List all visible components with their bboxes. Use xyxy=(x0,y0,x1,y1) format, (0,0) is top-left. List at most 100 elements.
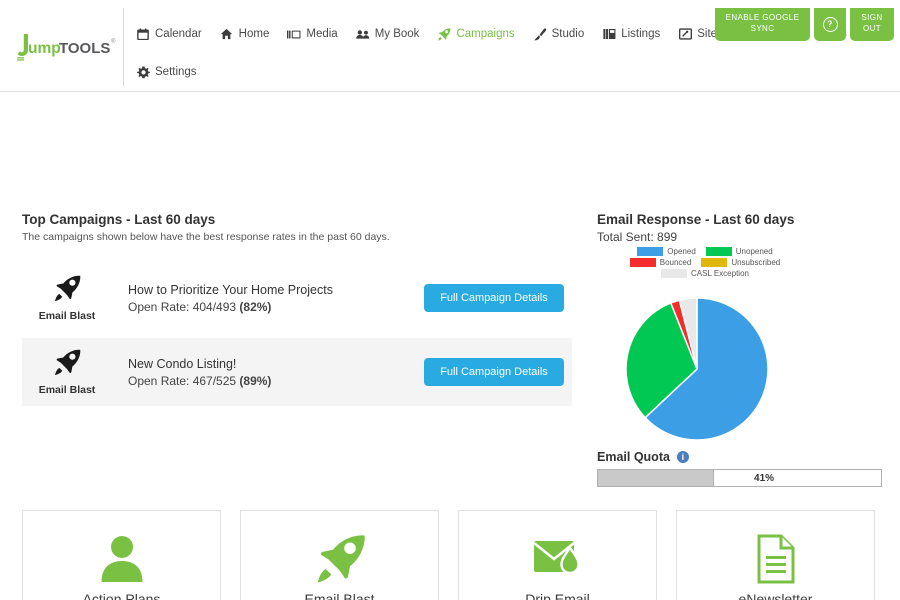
total-sent-label: Total Sent: 899 xyxy=(597,230,678,244)
card-title: Email Blast xyxy=(304,591,375,600)
nav-label: Settings xyxy=(155,66,197,78)
nav-row-primary: Calendar Home Media My Book Campaigns St… xyxy=(136,22,847,46)
legend-label: Opened xyxy=(667,247,696,256)
main-navigation: Calendar Home Media My Book Campaigns St… xyxy=(136,0,847,92)
svg-text:®: ® xyxy=(111,38,116,45)
legend-swatch xyxy=(629,258,656,267)
campaign-name: New Condo Listing! xyxy=(128,356,237,371)
gear-icon xyxy=(136,65,150,79)
nav-label: My Book xyxy=(374,28,420,40)
nav-item-home[interactable]: Home xyxy=(220,27,270,41)
svg-text:TOOLS: TOOLS xyxy=(59,40,110,57)
home-icon xyxy=(220,27,234,41)
sign-out-button[interactable]: SIGN OUT xyxy=(850,8,894,41)
nav-label: Calendar xyxy=(155,28,202,40)
open-rate-text: Open Rate: 467/525 xyxy=(128,373,240,388)
nav-item-listings[interactable]: Listings xyxy=(602,27,660,41)
legend-row: CASL Exception xyxy=(620,269,790,278)
open-rate-text: Open Rate: 404/493 xyxy=(128,299,240,314)
legend-item-opened: Opened xyxy=(637,247,696,256)
card-title: eNewsletter xyxy=(738,591,813,600)
site-builder-icon xyxy=(678,27,692,41)
calendar-icon xyxy=(136,27,150,41)
nav-item-campaigns[interactable]: Campaigns xyxy=(437,27,515,41)
jumptools-logo[interactable]: ump TOOLS ® xyxy=(14,32,118,62)
pie-svg xyxy=(625,297,769,441)
full-campaign-details-button[interactable]: Full Campaign Details xyxy=(424,284,564,312)
email-response-pie-chart xyxy=(612,297,782,442)
nav-item-my-book[interactable]: My Book xyxy=(355,27,420,41)
card-title: Drip Email xyxy=(525,591,590,600)
campaign-type-label: Email Blast xyxy=(38,309,96,322)
legend-swatch xyxy=(637,247,664,256)
legend-label: Bounced xyxy=(659,258,692,267)
nav-label: Media xyxy=(306,28,338,40)
card-title: Action Plans xyxy=(82,591,161,600)
legend-label: Unsubscribed xyxy=(731,258,781,267)
people-icon xyxy=(355,27,370,41)
legend-item-unsubscribed: Unsubscribed xyxy=(701,258,780,267)
document-icon xyxy=(756,531,796,587)
info-icon[interactable]: i xyxy=(676,451,689,463)
campaign-info: How to Prioritize Your Home Projects Ope… xyxy=(112,283,424,314)
paintbrush-icon xyxy=(533,27,547,41)
legend-swatch xyxy=(661,269,688,278)
legend-item-bounced: Bounced xyxy=(629,258,692,267)
nav-row-secondary: Settings xyxy=(136,60,716,84)
card-enewsletter[interactable]: eNewsletter Last sent: May 29, 2020 Mana… xyxy=(676,510,875,600)
nav-item-studio[interactable]: Studio xyxy=(533,27,585,41)
listings-icon xyxy=(602,27,616,41)
rocket-icon xyxy=(437,27,451,41)
nav-label: Home xyxy=(238,28,270,40)
campaign-row[interactable]: Email Blast New Condo Listing! Open Rate… xyxy=(22,338,572,406)
campaign-type-label: Email Blast xyxy=(38,383,96,396)
person-icon xyxy=(99,531,145,587)
card-drip-email[interactable]: Drip Email 28 Contacts Manage Drip xyxy=(458,510,657,600)
rocket-icon xyxy=(52,349,82,381)
campaign-row[interactable]: Email Blast How to Prioritize Your Home … xyxy=(22,264,572,332)
legend-item-casl-exception: CASL Exception xyxy=(661,269,749,278)
nav-item-media[interactable]: Media xyxy=(287,27,338,41)
header-actions: ENABLE GOOGLE SYNC ? SIGN OUT xyxy=(715,8,894,41)
card-email-blast[interactable]: Email Blast 0 Scheduled this week Manage… xyxy=(240,510,439,600)
email-quota-text: Email Quota xyxy=(597,450,670,464)
nav-label: Listings xyxy=(621,28,661,40)
campaign-info: New Condo Listing! Open Rate: 467/525 (8… xyxy=(112,357,424,388)
header-divider xyxy=(123,8,124,86)
drip-email-icon xyxy=(532,531,584,587)
open-rate-percent: (89%) xyxy=(239,373,272,388)
nav-item-settings[interactable]: Settings xyxy=(136,65,197,79)
legend-row: Opened Unopened xyxy=(620,247,790,256)
rocket-icon xyxy=(52,275,82,307)
full-campaign-details-button[interactable]: Full Campaign Details xyxy=(424,358,564,386)
campaign-type: Email Blast xyxy=(22,349,112,396)
feature-cards: Action Plans No Contacts Assigned Manage… xyxy=(22,510,878,600)
email-quota-progress-bar: 41% xyxy=(597,469,882,487)
email-quota-label: Email Quota i xyxy=(597,450,689,464)
legend-label: CASL Exception xyxy=(691,269,749,278)
legend-swatch xyxy=(705,247,732,256)
legend-item-unopened: Unopened xyxy=(705,247,773,256)
svg-text:ump: ump xyxy=(28,40,61,57)
quota-fill xyxy=(598,470,715,486)
legend-label: Unopened xyxy=(735,247,773,256)
legend-swatch xyxy=(701,258,728,267)
campaign-name: How to Prioritize Your Home Projects xyxy=(128,282,333,297)
open-rate-percent: (82%) xyxy=(239,299,272,314)
media-icon xyxy=(287,27,301,41)
card-action-plans[interactable]: Action Plans No Contacts Assigned Manage… xyxy=(22,510,221,600)
campaign-open-rate: Open Rate: 404/493 (82%) xyxy=(128,300,424,314)
page-content: Top Campaigns - Last 60 days The campaig… xyxy=(0,92,900,600)
campaign-open-rate: Open Rate: 467/525 (89%) xyxy=(128,374,424,388)
email-response-title: Email Response - Last 60 days xyxy=(597,212,795,227)
rocket-icon xyxy=(313,531,367,587)
enable-google-sync-button[interactable]: ENABLE GOOGLE SYNC xyxy=(715,8,810,41)
quota-percent-label: 41% xyxy=(754,472,775,484)
question-mark-icon: ? xyxy=(822,17,838,32)
app-header: ump TOOLS ® Calendar Home Media My Book … xyxy=(0,0,900,92)
nav-label: Campaigns xyxy=(456,28,515,40)
nav-label: Studio xyxy=(551,28,585,40)
nav-item-calendar[interactable]: Calendar xyxy=(136,27,202,41)
campaign-type: Email Blast xyxy=(22,275,112,322)
help-button[interactable]: ? xyxy=(814,8,846,41)
